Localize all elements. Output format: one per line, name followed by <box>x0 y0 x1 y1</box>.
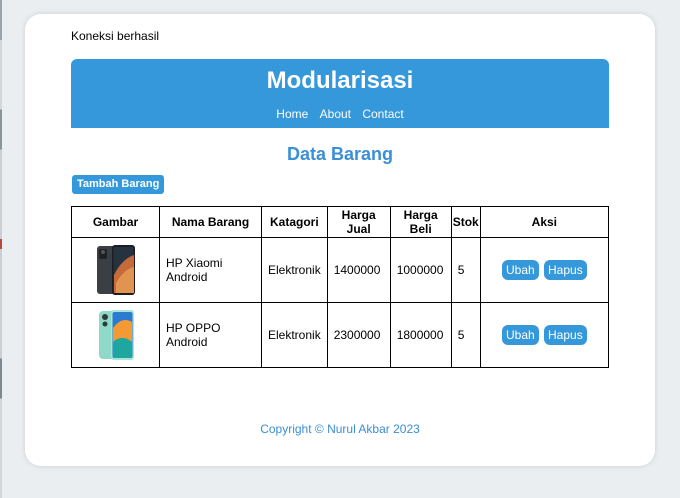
table-row: HP Xiaomi Android Elektronik 1400000 100… <box>71 237 610 303</box>
table-row: HP OPPO Android Elektronik 2300000 18000… <box>71 302 610 368</box>
item-actions: Ubah Hapus <box>479 302 610 368</box>
edit-button[interactable]: Ubah <box>501 260 539 280</box>
delete-button[interactable]: Hapus <box>544 325 587 345</box>
item-name: HP Xiaomi Android <box>159 237 262 303</box>
col-stok: Stok <box>450 206 481 238</box>
item-buy-price: 1800000 <box>389 302 452 368</box>
item-stock: 5 <box>450 237 481 303</box>
item-sell-price: 1400000 <box>326 237 391 303</box>
nav-about[interactable]: About <box>320 107 351 121</box>
items-table: Gambar Nama Barang Katagori Harga Jual H… <box>71 206 610 368</box>
add-item-button[interactable]: Tambah Barang <box>72 175 165 194</box>
delete-button[interactable]: Hapus <box>544 260 587 280</box>
site-title: Modularisasi <box>266 67 414 94</box>
footer-copyright: Copyright © Nurul Akbar 2023 <box>260 422 420 436</box>
nav-contact[interactable]: Contact <box>362 107 403 121</box>
nav-home[interactable]: Home <box>276 107 308 121</box>
col-katagori: Katagori <box>261 206 328 238</box>
item-image-cell <box>71 237 160 303</box>
item-image-cell <box>71 302 160 368</box>
phone-oppo-icon <box>98 310 134 360</box>
item-actions: Ubah Hapus <box>479 237 610 303</box>
page-title: Data Barang <box>286 144 394 164</box>
item-category: Elektronik <box>261 237 328 303</box>
edit-button[interactable]: Ubah <box>501 325 539 345</box>
phone-xiaomi-icon <box>96 245 135 295</box>
item-stock: 5 <box>450 302 481 368</box>
col-gambar: Gambar <box>71 206 160 238</box>
main-nav: Home About Contact <box>71 107 609 121</box>
item-category: Elektronik <box>261 302 328 368</box>
window-edge <box>0 0 2 498</box>
item-buy-price: 1000000 <box>389 237 452 303</box>
table-header-row: Gambar Nama Barang Katagori Harga Jual H… <box>71 206 610 238</box>
col-aksi: Aksi <box>479 206 610 238</box>
col-harga-beli: Harga Beli <box>389 206 452 238</box>
item-name: HP OPPO Android <box>159 302 262 368</box>
connection-status: Koneksi berhasil <box>71 29 160 43</box>
item-sell-price: 2300000 <box>326 302 391 368</box>
col-nama-barang: Nama Barang <box>159 206 262 238</box>
col-harga-jual: Harga Jual <box>326 206 391 238</box>
site-header: Modularisasi Home About Contact <box>71 59 609 128</box>
